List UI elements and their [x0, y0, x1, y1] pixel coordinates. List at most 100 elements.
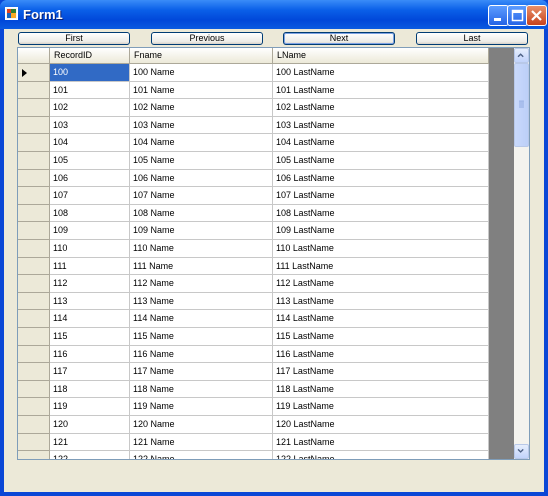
cell-fname[interactable]: 111 Name: [130, 257, 273, 276]
cell-recordid[interactable]: 114: [50, 310, 130, 328]
cell-lname[interactable]: 112 LastName: [273, 275, 489, 293]
cell-lname[interactable]: 121 LastName: [273, 433, 489, 452]
cell-lname[interactable]: 106 LastName: [273, 169, 489, 188]
cell-fname[interactable]: 110 Name: [130, 240, 273, 258]
cell-lname[interactable]: 111 LastName: [273, 257, 489, 276]
cell-fname[interactable]: 104 Name: [130, 134, 273, 152]
table-row[interactable]: 106 106 Name 106 LastName: [18, 169, 489, 188]
cell-recordid[interactable]: 106: [50, 169, 130, 188]
cell-fname[interactable]: 115 Name: [130, 328, 273, 346]
row-header[interactable]: [18, 204, 50, 223]
cell-fname[interactable]: 112 Name: [130, 275, 273, 293]
cell-fname[interactable]: 100 Name: [130, 64, 273, 82]
previous-button[interactable]: Previous: [151, 32, 263, 45]
table-row[interactable]: 103 103 Name 103 LastName: [18, 116, 489, 135]
cell-recordid[interactable]: 115: [50, 328, 130, 346]
row-header[interactable]: [18, 81, 50, 100]
cell-lname[interactable]: 115 LastName: [273, 328, 489, 346]
row-header[interactable]: [18, 99, 50, 117]
table-row[interactable]: 107 107 Name 107 LastName: [18, 187, 489, 205]
cell-fname[interactable]: 121 Name: [130, 433, 273, 452]
cell-fname[interactable]: 109 Name: [130, 222, 273, 240]
cell-lname[interactable]: 108 LastName: [273, 204, 489, 223]
table-row[interactable]: 118 118 Name 118 LastName: [18, 380, 489, 399]
row-header[interactable]: [18, 363, 50, 381]
row-header[interactable]: [18, 275, 50, 293]
cell-fname[interactable]: 101 Name: [130, 81, 273, 100]
cell-fname[interactable]: 108 Name: [130, 204, 273, 223]
cell-recordid[interactable]: 118: [50, 380, 130, 399]
cell-lname[interactable]: 109 LastName: [273, 222, 489, 240]
cell-recordid[interactable]: 104: [50, 134, 130, 152]
cell-fname[interactable]: 114 Name: [130, 310, 273, 328]
cell-fname[interactable]: 113 Name: [130, 292, 273, 311]
row-header-corner[interactable]: [18, 48, 50, 64]
table-row[interactable]: 112 112 Name 112 LastName: [18, 275, 489, 293]
cell-recordid[interactable]: 117: [50, 363, 130, 381]
cell-recordid[interactable]: 122: [50, 451, 130, 459]
cell-lname[interactable]: 118 LastName: [273, 380, 489, 399]
cell-recordid[interactable]: 107: [50, 187, 130, 205]
table-row[interactable]: 115 115 Name 115 LastName: [18, 328, 489, 346]
cell-lname[interactable]: 119 LastName: [273, 398, 489, 416]
table-row[interactable]: 121 121 Name 121 LastName: [18, 433, 489, 452]
cell-lname[interactable]: 122 LastName: [273, 451, 489, 459]
cell-fname[interactable]: 107 Name: [130, 187, 273, 205]
table-row[interactable]: 120 120 Name 120 LastName: [18, 416, 489, 434]
row-header[interactable]: [18, 152, 50, 170]
cell-recordid[interactable]: 113: [50, 292, 130, 311]
cell-lname[interactable]: 102 LastName: [273, 99, 489, 117]
table-row[interactable]: 101 101 Name 101 LastName: [18, 81, 489, 100]
row-header[interactable]: [18, 380, 50, 399]
cell-recordid[interactable]: 103: [50, 116, 130, 135]
cell-fname[interactable]: 116 Name: [130, 345, 273, 364]
table-row[interactable]: 119 119 Name 119 LastName: [18, 398, 489, 416]
scroll-down-button[interactable]: [514, 444, 529, 459]
row-header[interactable]: [18, 310, 50, 328]
minimize-button[interactable]: [488, 5, 509, 26]
scroll-thumb[interactable]: [514, 63, 529, 147]
cell-recordid[interactable]: 100: [50, 64, 130, 82]
title-bar[interactable]: Form1: [0, 0, 548, 29]
row-header[interactable]: [18, 398, 50, 416]
row-header[interactable]: [18, 451, 50, 459]
cell-fname[interactable]: 119 Name: [130, 398, 273, 416]
row-header[interactable]: [18, 433, 50, 452]
table-row[interactable]: 114 114 Name 114 LastName: [18, 310, 489, 328]
column-header-recordid[interactable]: RecordID: [50, 48, 130, 64]
first-button[interactable]: First: [18, 32, 130, 45]
table-row[interactable]: 117 117 Name 117 LastName: [18, 363, 489, 381]
cell-lname[interactable]: 104 LastName: [273, 134, 489, 152]
cell-fname[interactable]: 120 Name: [130, 416, 273, 434]
cell-lname[interactable]: 105 LastName: [273, 152, 489, 170]
cell-lname[interactable]: 113 LastName: [273, 292, 489, 311]
cell-fname[interactable]: 102 Name: [130, 99, 273, 117]
cell-lname[interactable]: 100 LastName: [273, 64, 489, 82]
row-header[interactable]: [18, 292, 50, 311]
cell-lname[interactable]: 114 LastName: [273, 310, 489, 328]
table-row[interactable]: 105 105 Name 105 LastName: [18, 152, 489, 170]
cell-recordid[interactable]: 121: [50, 433, 130, 452]
table-row[interactable]: 122 122 Name 122 LastName: [18, 451, 489, 459]
scroll-up-button[interactable]: [514, 48, 529, 63]
cell-recordid[interactable]: 101: [50, 81, 130, 100]
cell-recordid[interactable]: 116: [50, 345, 130, 364]
cell-lname[interactable]: 103 LastName: [273, 116, 489, 135]
row-header[interactable]: [18, 187, 50, 205]
close-button[interactable]: [526, 5, 547, 26]
table-row[interactable]: 109 109 Name 109 LastName: [18, 222, 489, 240]
cell-recordid[interactable]: 110: [50, 240, 130, 258]
table-row[interactable]: 116 116 Name 116 LastName: [18, 345, 489, 364]
cell-recordid[interactable]: 112: [50, 275, 130, 293]
cell-fname[interactable]: 103 Name: [130, 116, 273, 135]
row-header[interactable]: [18, 222, 50, 240]
row-header[interactable]: [18, 257, 50, 276]
cell-recordid[interactable]: 120: [50, 416, 130, 434]
row-header[interactable]: [18, 169, 50, 188]
cell-fname[interactable]: 118 Name: [130, 380, 273, 399]
cell-recordid[interactable]: 105: [50, 152, 130, 170]
cell-fname[interactable]: 105 Name: [130, 152, 273, 170]
row-header[interactable]: [18, 240, 50, 258]
cell-fname[interactable]: 106 Name: [130, 169, 273, 188]
table-row[interactable]: 100 100 Name 100 LastName: [18, 64, 489, 82]
